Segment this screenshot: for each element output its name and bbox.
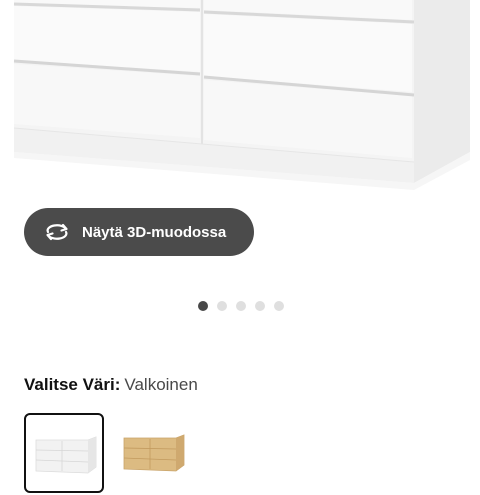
carousel-pagination: [198, 301, 284, 311]
color-selection-heading: Valitse Väri: Valkoinen: [24, 374, 198, 396]
view-3d-label: Näytä 3D-muodossa: [82, 223, 227, 241]
rotate-3d-icon: [44, 222, 70, 242]
product-image[interactable]: [0, 0, 480, 215]
view-3d-button[interactable]: Näytä 3D-muodossa: [24, 208, 254, 256]
white-dresser-image: [13, 0, 470, 190]
carousel-dot-4[interactable]: [255, 301, 265, 311]
carousel-dot-3[interactable]: [236, 301, 246, 311]
oak-dresser-thumbnail: [123, 434, 185, 472]
carousel-dot-1[interactable]: [198, 301, 208, 311]
color-option-oak[interactable]: [114, 413, 194, 493]
carousel-dot-2[interactable]: [217, 301, 227, 311]
selected-color-value: Valkoinen: [124, 375, 198, 394]
color-label: Valitse Väri:: [24, 375, 121, 394]
color-option-white[interactable]: [24, 413, 104, 493]
carousel-dot-5[interactable]: [274, 301, 284, 311]
white-dresser-thumbnail: [35, 436, 97, 474]
